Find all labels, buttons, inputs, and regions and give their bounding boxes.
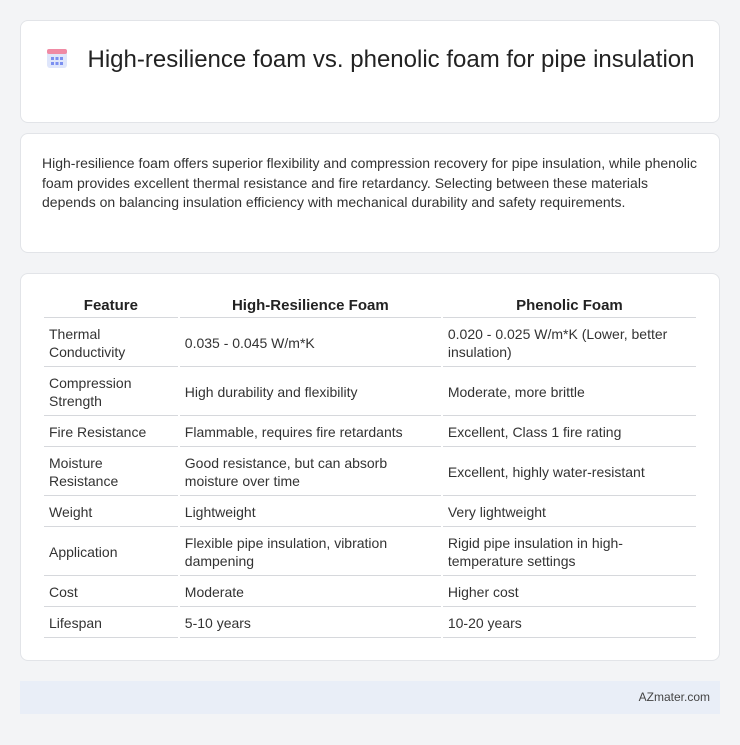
table-header-row: Feature High-Resilience Foam Phenolic Fo… <box>44 294 696 318</box>
feature-cell: Compression Strength <box>44 369 178 416</box>
phenolic-cell: Rigid pipe insulation in high-temperatur… <box>442 529 696 576</box>
table-row: Weight Lightweight Very lightweight <box>44 498 696 527</box>
table-row: Moisture Resistance Good resistance, but… <box>44 449 696 496</box>
feature-cell: Fire Resistance <box>44 418 178 447</box>
high-resilience-cell: Flammable, requires fire retardants <box>179 418 441 447</box>
table-row: Cost Moderate Higher cost <box>44 578 696 607</box>
phenolic-cell: Very lightweight <box>442 498 696 527</box>
high-resilience-cell: 0.035 - 0.045 W/m*K <box>179 320 441 367</box>
phenolic-cell: Higher cost <box>442 578 696 607</box>
calendar-icon <box>46 49 67 68</box>
header-phenolic-foam: Phenolic Foam <box>442 294 696 318</box>
intro-card: High-resilience foam offers superior fle… <box>20 133 720 253</box>
feature-cell: Thermal Conductivity <box>44 320 178 367</box>
footer-bar: AZmater.com <box>20 681 720 714</box>
title-card: High-resilience foam vs. phenolic foam f… <box>20 20 720 123</box>
table-row: Thermal Conductivity 0.035 - 0.045 W/m*K… <box>44 320 696 367</box>
feature-cell: Weight <box>44 498 178 527</box>
feature-cell: Application <box>44 529 178 576</box>
table-row: Application Flexible pipe insulation, vi… <box>44 529 696 576</box>
page-title-container: High-resilience foam vs. phenolic foam f… <box>21 45 719 74</box>
intro-paragraph: High-resilience foam offers superior fle… <box>42 155 697 210</box>
high-resilience-cell: 5-10 years <box>179 609 441 638</box>
page-title: High-resilience foam vs. phenolic foam f… <box>87 46 695 73</box>
comparison-table: Feature High-Resilience Foam Phenolic Fo… <box>42 292 698 640</box>
footer-brand-link[interactable]: AZmater.com <box>639 690 710 704</box>
high-resilience-cell: Flexible pipe insulation, vibration damp… <box>179 529 441 576</box>
table-row: Fire Resistance Flammable, requires fire… <box>44 418 696 447</box>
header-feature: Feature <box>44 294 178 318</box>
phenolic-cell: Excellent, highly water-resistant <box>442 449 696 496</box>
phenolic-cell: 10-20 years <box>442 609 696 638</box>
high-resilience-cell: Lightweight <box>179 498 441 527</box>
phenolic-cell: 0.020 - 0.025 W/m*K (Lower, better insul… <box>442 320 696 367</box>
header-high-resilience-foam: High-Resilience Foam <box>179 294 441 318</box>
high-resilience-cell: Good resistance, but can absorb moisture… <box>179 449 441 496</box>
high-resilience-cell: Moderate <box>179 578 441 607</box>
phenolic-cell: Excellent, Class 1 fire rating <box>442 418 696 447</box>
table-row: Lifespan 5-10 years 10-20 years <box>44 609 696 638</box>
phenolic-cell: Moderate, more brittle <box>442 369 696 416</box>
comparison-card: Feature High-Resilience Foam Phenolic Fo… <box>20 273 720 661</box>
feature-cell: Lifespan <box>44 609 178 638</box>
feature-cell: Moisture Resistance <box>44 449 178 496</box>
table-row: Compression Strength High durability and… <box>44 369 696 416</box>
high-resilience-cell: High durability and flexibility <box>179 369 441 416</box>
feature-cell: Cost <box>44 578 178 607</box>
